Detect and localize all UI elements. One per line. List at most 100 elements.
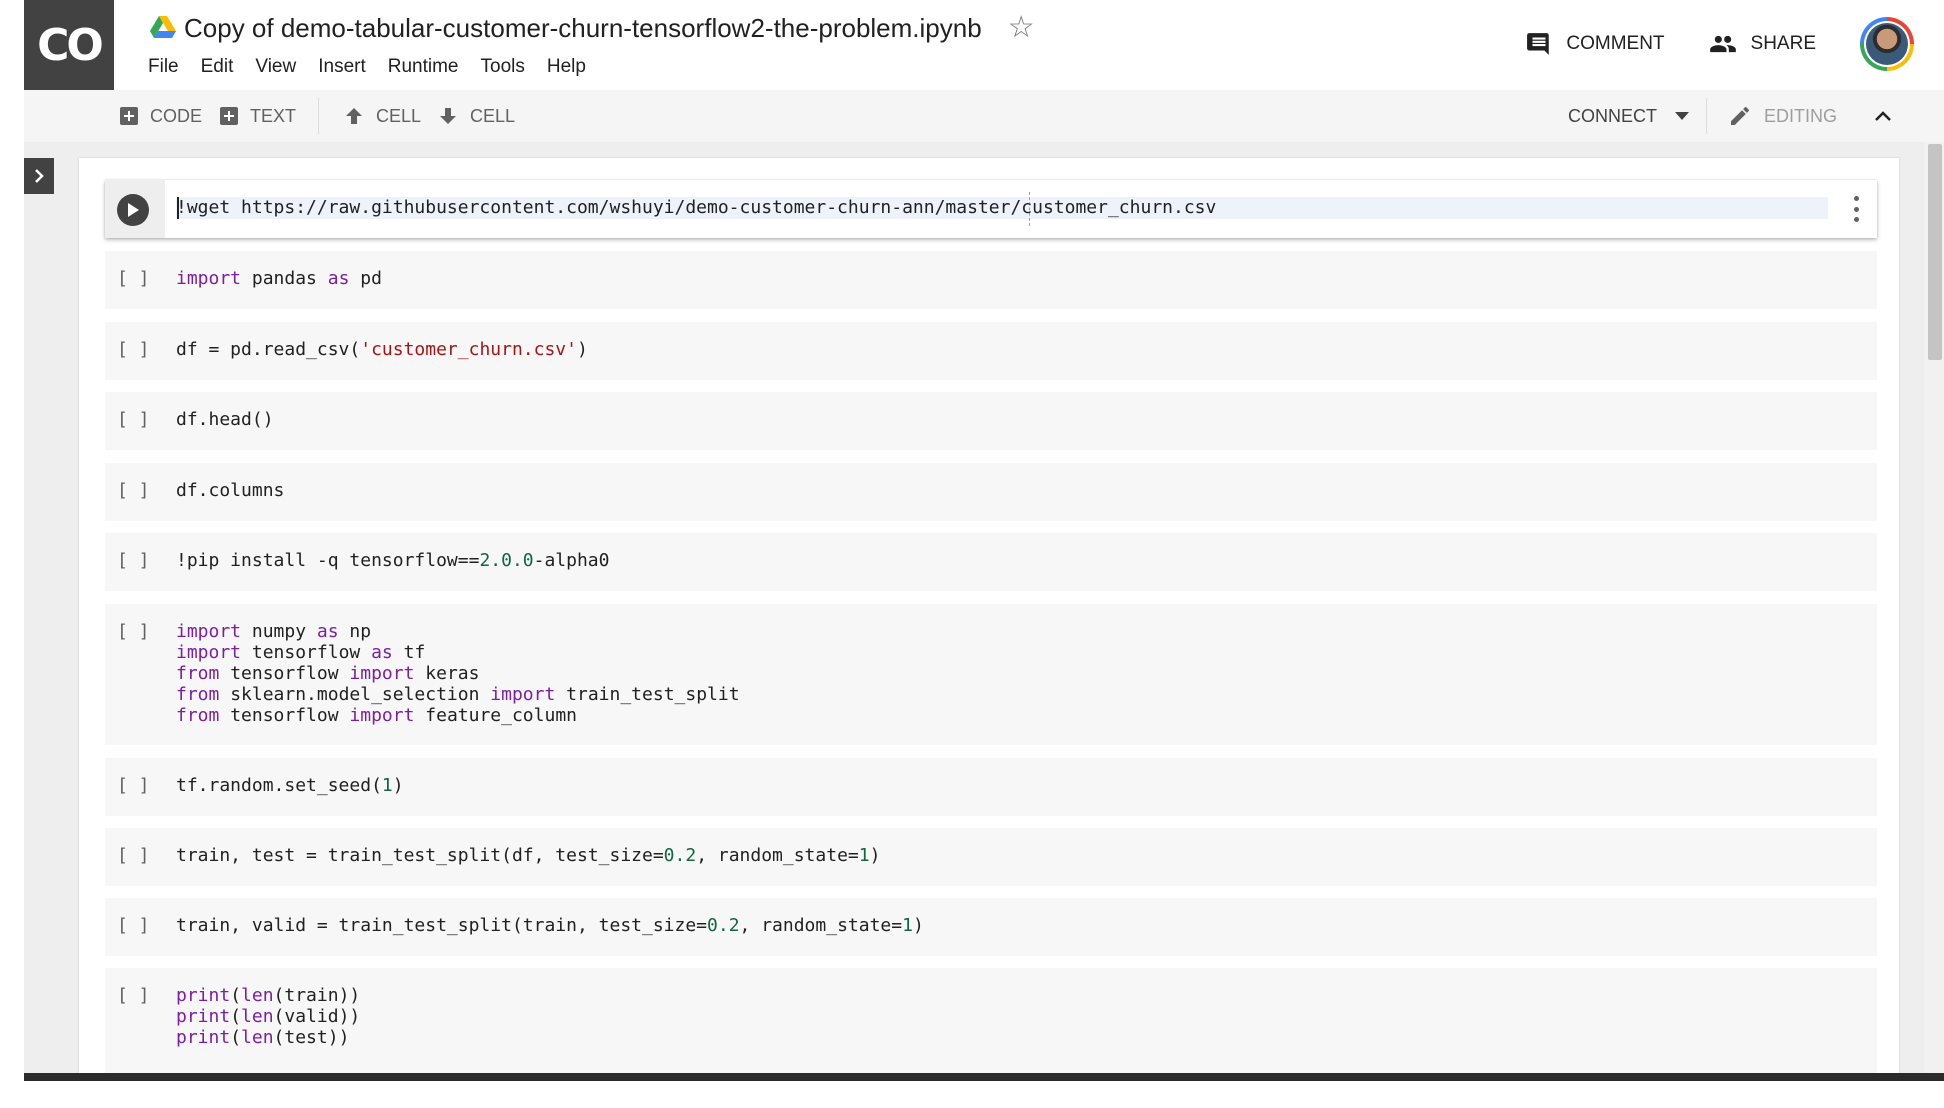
run-cell-button[interactable]: [117, 194, 149, 226]
code-cell[interactable]: [ ] df.columns: [105, 463, 1877, 521]
code-token: 2.0.0: [479, 550, 534, 571]
code-cell[interactable]: [ ] import pandas as pd: [105, 251, 1877, 309]
code-line: df = pd.read_csv('customer_churn.csv'): [176, 339, 588, 360]
code-cell[interactable]: [ ] !pip install -q tensorflow==2.0.0-al…: [105, 533, 1877, 591]
code-token: as: [371, 642, 393, 663]
share-people-icon: [1709, 35, 1736, 53]
star-icon[interactable]: ☆: [1008, 13, 1035, 43]
code-token: pd: [349, 268, 382, 289]
code-line: tf.random.set_seed(1): [176, 775, 404, 796]
menu-view[interactable]: View: [244, 56, 307, 78]
menu-bar: File Edit View Insert Runtime Tools Help: [148, 56, 597, 78]
code-cell[interactable]: [ ] df = pd.read_csv('customer_churn.csv…: [105, 322, 1877, 380]
code-token: np: [338, 621, 372, 642]
share-button[interactable]: SHARE: [1709, 33, 1816, 55]
arrow-down-icon: [440, 108, 456, 124]
execution-count: [ ]: [117, 268, 150, 289]
chevron-up-icon: [1875, 111, 1891, 121]
code-token: tf: [392, 642, 426, 663]
code-line: import numpy as np: [176, 621, 740, 642]
code-token: import: [176, 268, 242, 289]
code-token: from: [176, 663, 220, 684]
colab-logo[interactable]: CO: [24, 0, 114, 90]
code-token: pandas: [241, 268, 328, 289]
editing-mode-button[interactable]: EDITING: [1728, 90, 1837, 142]
notebook-title[interactable]: Copy of demo-tabular-customer-churn-tens…: [184, 13, 982, 44]
menu-tools[interactable]: Tools: [470, 56, 536, 78]
collapse-header-button[interactable]: [1874, 90, 1904, 142]
toolbar: CODE TEXT CELL CELL CONNECT EDITING: [24, 90, 1944, 142]
code-editor[interactable]: df.head(): [176, 409, 274, 430]
code-token: print: [176, 1006, 231, 1027]
code-cell[interactable]: [ ] import numpy as np import tensorflow …: [105, 604, 1877, 745]
add-code-button[interactable]: CODE: [120, 90, 202, 142]
code-editor[interactable]: import pandas as pd: [176, 268, 382, 289]
code-token: tensorflow: [219, 663, 350, 684]
code-line: !wget https://raw.githubusercontent.com/…: [176, 197, 1216, 218]
code-token: !pip install -q tensorflow==: [176, 550, 480, 571]
code-token: train_test_split: [555, 684, 740, 705]
execution-count: [ ]: [117, 409, 150, 430]
code-line: !pip install -q tensorflow==2.0.0-alpha0: [176, 550, 609, 571]
code-line: import tensorflow as tf: [176, 642, 740, 663]
code-editor[interactable]: print(len(train)) print(len(valid)) print(…: [176, 985, 360, 1048]
menu-edit[interactable]: Edit: [190, 56, 245, 78]
add-text-button[interactable]: TEXT: [220, 90, 296, 142]
move-cell-up-button[interactable]: CELL: [344, 90, 421, 142]
text-cursor: [177, 197, 179, 219]
code-token: train, valid = train_test_split(train, t…: [176, 915, 708, 936]
code-token: 1: [858, 845, 870, 866]
code-token: train, test = train_test_split(df, test_…: [176, 845, 664, 866]
arrow-up-icon: [346, 108, 362, 124]
toolbar-divider: [1706, 98, 1707, 134]
code-token: import: [349, 705, 415, 726]
notebook-area[interactable]: !wget https://raw.githubusercontent.com/…: [24, 142, 1924, 1073]
code-cell[interactable]: [ ] df.head(): [105, 392, 1877, 450]
code-editor[interactable]: !pip install -q tensorflow==2.0.0-alpha0: [176, 550, 609, 571]
code-token: print: [176, 985, 231, 1006]
code-token: print: [176, 1027, 231, 1048]
code-token: from: [176, 684, 220, 705]
code-token: tensorflow: [219, 705, 350, 726]
code-cell[interactable]: [ ] print(len(train)) print(len(valid)) pr…: [105, 968, 1877, 1073]
notebook-page: !wget https://raw.githubusercontent.com/…: [79, 158, 1899, 1073]
code-token: numpy: [241, 621, 317, 642]
scrollbar-thumb[interactable]: [1928, 144, 1942, 360]
code-editor[interactable]: tf.random.set_seed(1): [176, 775, 404, 796]
code-line: print(len(train)): [176, 985, 360, 1006]
dropdown-arrow-icon[interactable]: [1675, 112, 1689, 120]
code-editor[interactable]: import numpy as np import tensorflow as t…: [176, 621, 740, 726]
code-token: ): [869, 845, 881, 866]
code-cell[interactable]: [ ] train, valid = train_test_split(trai…: [105, 898, 1877, 956]
code-token: , random_state=: [739, 915, 903, 936]
code-editor[interactable]: train, test = train_test_split(df, test_…: [176, 845, 880, 866]
code-token: df.columns: [176, 480, 285, 501]
execution-count: [ ]: [117, 550, 150, 571]
code-cell-active[interactable]: !wget https://raw.githubusercontent.com/…: [105, 180, 1877, 238]
code-token: df.head(): [176, 409, 274, 430]
code-cell[interactable]: [ ] train, test = train_test_split(df, t…: [105, 828, 1877, 886]
code-editor[interactable]: df = pd.read_csv('customer_churn.csv'): [176, 339, 588, 360]
more-vert-icon[interactable]: [1853, 196, 1859, 222]
menu-help[interactable]: Help: [536, 56, 597, 78]
code-editor[interactable]: train, valid = train_test_split(train, t…: [176, 915, 924, 936]
sidebar-toggle[interactable]: [24, 158, 54, 194]
code-editor[interactable]: df.columns: [176, 480, 284, 501]
connect-button[interactable]: CONNECT: [1568, 90, 1701, 142]
avatar-photo: [1866, 23, 1908, 65]
menu-insert[interactable]: Insert: [307, 56, 377, 78]
code-cell[interactable]: [ ] tf.random.set_seed(1): [105, 758, 1877, 816]
menu-file[interactable]: File: [148, 56, 190, 78]
comment-button[interactable]: COMMENT: [1526, 31, 1665, 57]
code-token: from: [176, 705, 220, 726]
code-line: df.head(): [176, 409, 274, 430]
code-line: train, test = train_test_split(df, test_…: [176, 845, 880, 866]
code-token: (test)): [273, 1027, 350, 1048]
code-token: import: [176, 642, 242, 663]
avatar[interactable]: [1860, 17, 1914, 71]
menu-runtime[interactable]: Runtime: [377, 56, 470, 78]
code-line: import pandas as pd: [176, 268, 382, 289]
move-cell-down-button[interactable]: CELL: [438, 90, 515, 142]
code-editor[interactable]: !wget https://raw.githubusercontent.com/…: [176, 197, 1216, 218]
execution-count: [ ]: [117, 339, 150, 360]
